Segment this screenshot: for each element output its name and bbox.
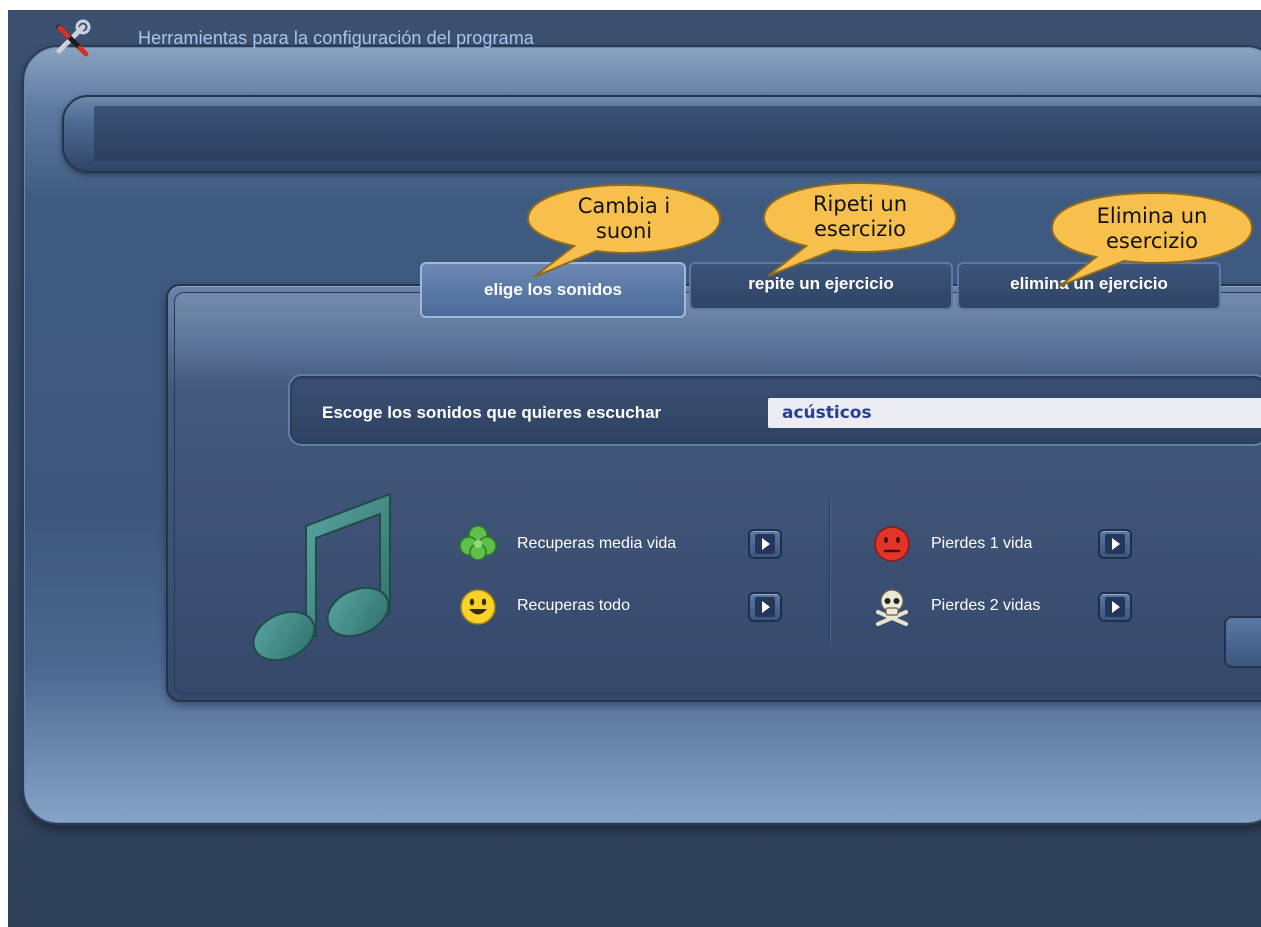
smiley-icon bbox=[460, 589, 496, 625]
sound-label-half-life: Recuperas media vida bbox=[517, 535, 677, 552]
callout-text-line1: Ripeti un bbox=[812, 192, 908, 216]
sound-column-divider bbox=[829, 498, 830, 644]
callout-change-sounds: Cambia i suoni bbox=[524, 182, 724, 282]
callout-delete-exercise: Elimina un esercizio bbox=[1046, 190, 1258, 290]
side-action-button[interactable] bbox=[1224, 616, 1261, 668]
play-lose-one-life-button[interactable] bbox=[1098, 529, 1132, 559]
sound-selector-label: Escoge los sonidos que quieres escuchar bbox=[322, 403, 662, 422]
tools-icon bbox=[56, 19, 91, 57]
play-lose-two-lives-button[interactable] bbox=[1098, 592, 1132, 622]
sound-label-full-life: Recuperas todo bbox=[517, 597, 630, 614]
title-bar bbox=[62, 95, 1261, 173]
sound-label-lose-two-lives: Pierdes 2 vidas bbox=[931, 597, 1041, 614]
skull-icon bbox=[876, 589, 908, 626]
page-title: Herramientas para la configuración del p… bbox=[138, 28, 534, 48]
title-bar-inner bbox=[94, 105, 1261, 161]
callout-text-line2: suoni bbox=[595, 219, 653, 243]
callout-repeat-exercise: Ripeti un esercizio bbox=[760, 180, 960, 280]
play-half-life-button[interactable] bbox=[748, 529, 782, 559]
sound-set-dropdown[interactable]: acústicos bbox=[768, 398, 1261, 428]
tab-label: elige los sonidos bbox=[484, 280, 622, 299]
clover-icon bbox=[459, 525, 497, 561]
sad-face-icon bbox=[874, 526, 910, 562]
callout-text-line2: esercizio bbox=[813, 217, 907, 241]
callout-text-line1: Elimina un bbox=[1096, 204, 1208, 228]
callout-text-line1: Cambia i bbox=[577, 194, 671, 218]
sound-label-lose-one-life: Pierdes 1 vida bbox=[931, 535, 1033, 552]
music-note-icon bbox=[252, 492, 391, 662]
play-full-life-button[interactable] bbox=[748, 592, 782, 622]
callout-text-line2: esercizio bbox=[1105, 229, 1199, 253]
